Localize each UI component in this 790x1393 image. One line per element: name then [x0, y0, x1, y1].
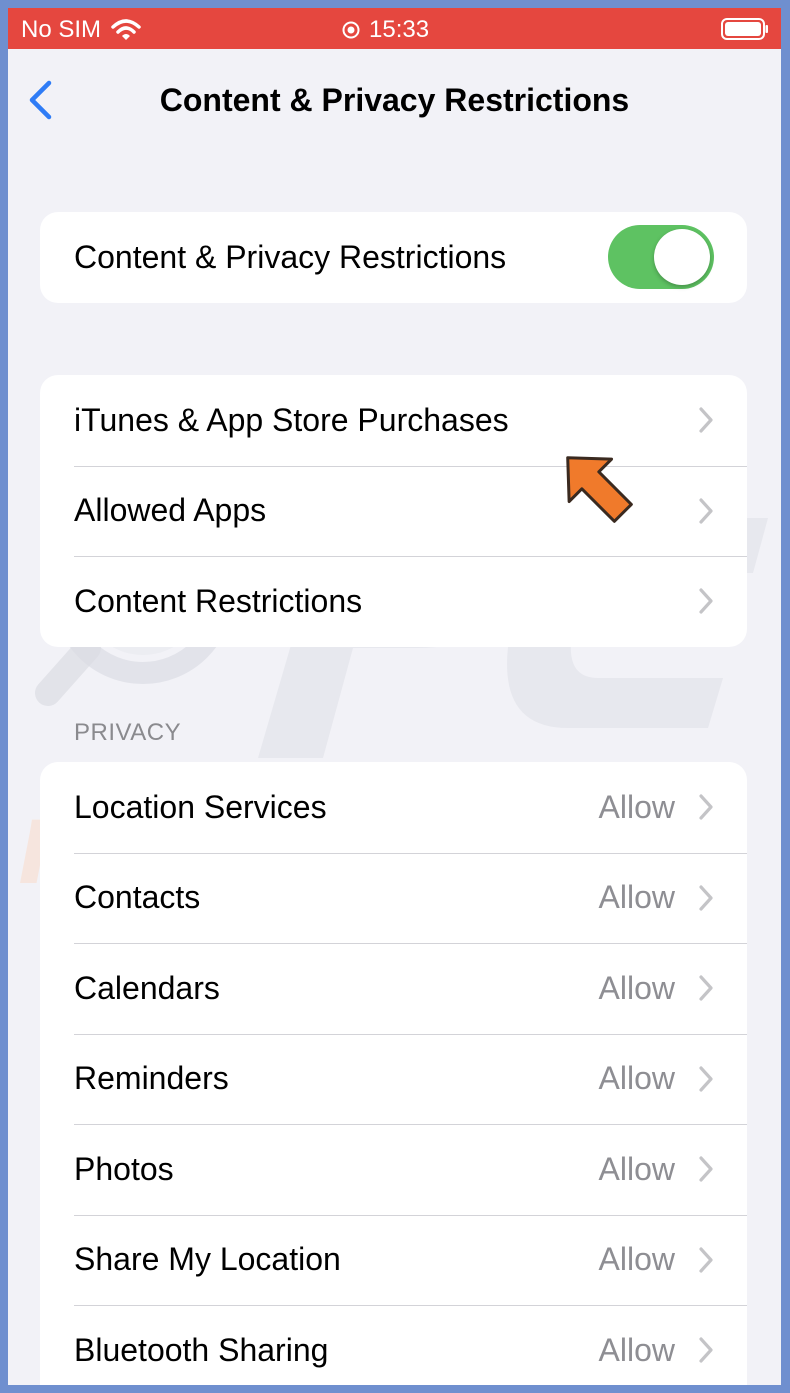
status-left: No SIM [21, 16, 141, 44]
privacy-item-value: Allow [598, 788, 675, 825]
menu-item-label: Allowed Apps [74, 492, 267, 529]
restrictions-menu-group: iTunes & App Store Purchases Allowed App… [40, 375, 747, 647]
privacy-group: Location Services Allow Contacts Allow C… [40, 762, 747, 1385]
navigation-bar: Content & Privacy Restrictions [8, 49, 781, 159]
chevron-right-icon [699, 1337, 713, 1363]
chevron-right-icon [699, 794, 713, 820]
privacy-section-header: PRIVACY [74, 719, 182, 746]
carrier-label: No SIM [21, 16, 102, 43]
chevron-right-icon [699, 1156, 713, 1182]
privacy-item-value: Allow [598, 879, 675, 916]
chevron-right-icon [699, 407, 713, 433]
status-time-group: 15:33 [342, 16, 429, 44]
privacy-item-photos[interactable]: Photos Allow [40, 1124, 747, 1215]
privacy-item-location-services[interactable]: Location Services Allow [40, 762, 747, 853]
privacy-item-contacts[interactable]: Contacts Allow [40, 852, 747, 944]
privacy-item-value: Allow [598, 969, 675, 1006]
content-privacy-toggle[interactable] [608, 225, 714, 289]
privacy-item-value: Allow [598, 1150, 675, 1187]
toggle-knob [654, 229, 710, 285]
menu-item-content-restrictions[interactable]: Content Restrictions [40, 556, 747, 647]
privacy-item-reminders[interactable]: Reminders Allow [40, 1033, 747, 1125]
toggle-row-label: Content & Privacy Restrictions [74, 238, 507, 275]
chevron-right-icon [699, 1066, 713, 1092]
privacy-item-label: Bluetooth Sharing [74, 1331, 329, 1368]
phone-screen: risk.com No SIM 15:33 [8, 8, 781, 1385]
privacy-item-label: Reminders [74, 1060, 229, 1097]
status-time: 15:33 [369, 16, 430, 43]
menu-item-allowed-apps[interactable]: Allowed Apps [40, 465, 747, 557]
chevron-right-icon [699, 588, 713, 614]
page-title: Content & Privacy Restrictions [159, 82, 630, 118]
chevron-right-icon [699, 498, 713, 524]
menu-item-itunes-app-store-purchases[interactable]: iTunes & App Store Purchases [40, 375, 747, 466]
battery-icon [721, 18, 768, 40]
chevron-right-icon [699, 885, 713, 911]
privacy-item-label: Photos [74, 1150, 174, 1187]
status-bar: No SIM 15:33 [8, 8, 781, 49]
privacy-item-label: Contacts [74, 879, 201, 916]
privacy-item-calendars[interactable]: Calendars Allow [40, 943, 747, 1034]
chevron-right-icon [699, 1247, 713, 1273]
menu-item-label: iTunes & App Store Purchases [74, 401, 509, 438]
privacy-item-share-my-location[interactable]: Share My Location Allow [40, 1214, 747, 1306]
wifi-icon [111, 19, 141, 40]
privacy-item-label: Share My Location [74, 1241, 341, 1278]
chevron-right-icon [699, 975, 713, 1001]
alarm-clock-icon [342, 21, 360, 39]
privacy-item-label: Location Services [74, 788, 327, 825]
content-privacy-toggle-row: Content & Privacy Restrictions [40, 212, 747, 303]
menu-item-label: Content Restrictions [74, 582, 363, 619]
privacy-item-value: Allow [598, 1060, 675, 1097]
privacy-item-value: Allow [598, 1331, 675, 1368]
privacy-item-value: Allow [598, 1241, 675, 1278]
privacy-item-bluetooth-sharing[interactable]: Bluetooth Sharing Allow [40, 1305, 747, 1385]
pointer-arrow-icon [566, 456, 633, 523]
master-toggle-group: Content & Privacy Restrictions [40, 212, 747, 303]
privacy-item-label: Calendars [74, 969, 220, 1006]
